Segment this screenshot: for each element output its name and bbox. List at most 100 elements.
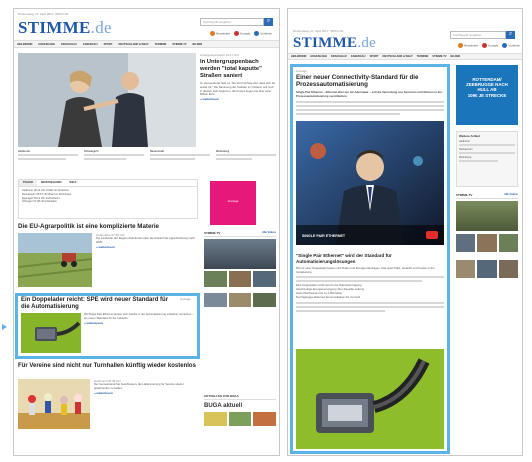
article-paragraph: Mit nur einer Doppelader lassen sich Dat… [296,266,435,274]
video-box-title: STIMME.TV [456,193,473,197]
video-thumb[interactable] [204,293,227,307]
video-thumb[interactable] [498,234,518,252]
thumb-teaser[interactable]: Weinsberg [216,150,276,174]
article-image[interactable] [296,349,444,449]
newsletter-link[interactable]: Newsletter [458,43,478,48]
video-thumbnail[interactable] [204,239,276,269]
video-thumb[interactable] [228,293,252,307]
agrar-headline[interactable]: Die EU-Agrarpolitik ist eine kompliziert… [18,223,198,230]
video-thumb[interactable] [228,271,252,287]
search-input[interactable]: Suchbegriff eingeben [200,18,264,26]
nav-item[interactable]: HOHENLOHE [310,55,327,58]
utility-links: Newsletter Kontakt Vorlesen [458,43,520,48]
video-thumb[interactable] [456,234,476,252]
nav-item[interactable]: DEUTSCHLAND & WELT [383,55,413,58]
nav-item[interactable]: BILDER [193,43,203,46]
all-videos-link[interactable]: Alle Videos [262,231,276,235]
nav-item[interactable]: STIMME.TV [172,43,186,46]
nav-item[interactable]: DEUTSCHLAND & WELT [119,43,149,46]
nav-item[interactable]: HEILBRONN [17,43,32,46]
video-frame [296,121,444,245]
newsletter-link[interactable]: Newsletter [210,31,230,36]
video-thumbnail[interactable] [456,201,518,231]
ferry-ad[interactable]: ROTTERDAM/ ZEEBRUGGE NACH HULL AB 109€ J… [456,65,518,125]
nav-item[interactable]: SPORT [370,55,379,58]
all-videos-link[interactable]: Alle Videos [504,193,518,197]
site-logo[interactable]: STIMME.de [18,18,112,38]
article-bullet: Durchgängige Ethernet-Kommunikation bis … [296,294,360,299]
video-caption: SINGLE PAIR ETHERNET [302,234,346,238]
contact-link[interactable]: Kontakt [482,43,498,48]
tab-welt[interactable]: WELT [65,180,80,186]
video-thumb[interactable] [477,234,497,252]
tab-meistgelesen[interactable]: MEISTGELESEN [37,180,65,186]
spe-text: Mit Single Pair Ethernet lassen sich Ger… [84,312,194,320]
search-icon: ⌕ [266,18,271,24]
video-thumb[interactable] [456,260,476,278]
nav-item[interactable]: HEILBRONN [291,55,306,58]
contact-link[interactable]: Kontakt [234,31,250,36]
article-lead: Single Pair Ethernet – Ethernet über nur… [296,90,443,98]
vereine-text: Der Gemeinderat hat beschlossen, die Hal… [94,382,184,390]
related-box-title: Weitere Artikel [459,134,480,138]
agrar-more-link[interactable]: » weiterlesen [96,245,196,249]
article-subhead: "Single Pair Ethernet" wird der Standard… [296,253,392,264]
thumb-teaser[interactable]: Heilbronn [18,150,78,174]
site-logo[interactable]: STIMME.de [293,35,376,52]
ad-badge: Anzeige [180,297,191,301]
buga-thumb[interactable] [204,412,227,426]
thumb-teaser[interactable]: Neuenstadt [150,150,210,174]
spe-headline[interactable]: Ein Doppelader reicht: SPE wird neuer St… [21,297,177,311]
nav-item[interactable]: KRAICHGAU [331,55,347,58]
video-thumb[interactable] [477,260,497,278]
search-input[interactable]: Suchbegriff eingeben [450,31,506,39]
read-aloud-link[interactable]: Vorlesen [502,43,520,48]
nav-item[interactable]: STIMME.TV [432,55,446,58]
hero-headline[interactable]: In Untergruppenbach werden "total kaputt… [200,59,276,79]
nav-item[interactable]: ZABERGÄU [351,55,366,58]
nav-item[interactable]: SPORT [104,43,113,46]
video-thumb[interactable] [253,293,277,307]
vereine-image[interactable] [18,379,90,429]
video-thumb[interactable] [253,271,277,287]
vereine-headline[interactable]: Für Vereine sind nicht nur Turnhallen kü… [18,363,198,370]
tab-polizei[interactable]: POLIZEI [19,180,38,186]
news-list-item[interactable]: Öhringen 07:48 Uhr Diebstahl [22,200,194,204]
nav-item[interactable]: BILDER [451,55,461,58]
search-button[interactable]: ⌕ [506,31,515,39]
agrar-text: Die Landwirte der Region diskutierten üb… [96,236,195,244]
read-aloud-link[interactable]: Vorlesen [254,31,272,36]
spe-more-link[interactable]: » weiterlesen [84,321,196,325]
vereine-more-link[interactable]: » weiterlesen [94,391,196,395]
hero-kicker: Untergruppenbach 14:17 Uhr [200,53,239,57]
agrar-image[interactable] [18,233,92,287]
buga-thumb[interactable] [228,412,252,426]
article-screenshot: Donnerstag, 27. April 2017, 08:54 Uhr ST… [287,8,523,456]
gym-photo [18,379,90,429]
thumb-teaser[interactable]: Schwaigern [84,150,144,174]
search-button[interactable]: ⌕ [264,18,273,26]
video-player[interactable]: SINGLE PAIR ETHERNET [296,121,444,245]
spe-image[interactable] [21,313,81,353]
search-icon: ⌕ [508,31,513,37]
video-thumb[interactable] [498,260,518,278]
hero-image[interactable] [18,53,196,147]
video-thumb[interactable] [204,271,227,287]
main-nav: HEILBRONN HOHENLOHE KRAICHGAU ZABERGÄU S… [288,53,522,60]
youtube-play-icon[interactable] [426,231,438,239]
buga-logo[interactable]: BUGA aktuell [204,403,276,409]
sidebar-ad[interactable]: Anzeige [210,181,256,225]
hero-teaser: Untergruppenbach 14:17 Uhr In Untergrupp… [200,53,276,101]
buga-box: AKTUELLES ZUR BUGA BUGA aktuell [204,394,277,426]
teaser-thumb-row: Heilbronn Schwaigern Neuenstadt Weinsber… [18,150,276,174]
buga-thumb[interactable] [253,412,277,426]
nav-item[interactable]: ZABERGÄU [83,43,98,46]
nav-item[interactable]: TERMINE [417,55,429,58]
hero-more-link[interactable]: » weiterlesen [200,97,276,101]
connector-photo [296,349,444,449]
dateline: Donnerstag, 27. April 2017, 08:54 Uhr [293,29,344,33]
nav-item[interactable]: TERMINE [155,43,167,46]
vereine-teaser: Heilbronn 06:45 Uhr Der Gemeinderat hat … [94,379,196,395]
nav-item[interactable]: KRAICHGAU [61,43,77,46]
nav-item[interactable]: HOHENLOHE [38,43,55,46]
